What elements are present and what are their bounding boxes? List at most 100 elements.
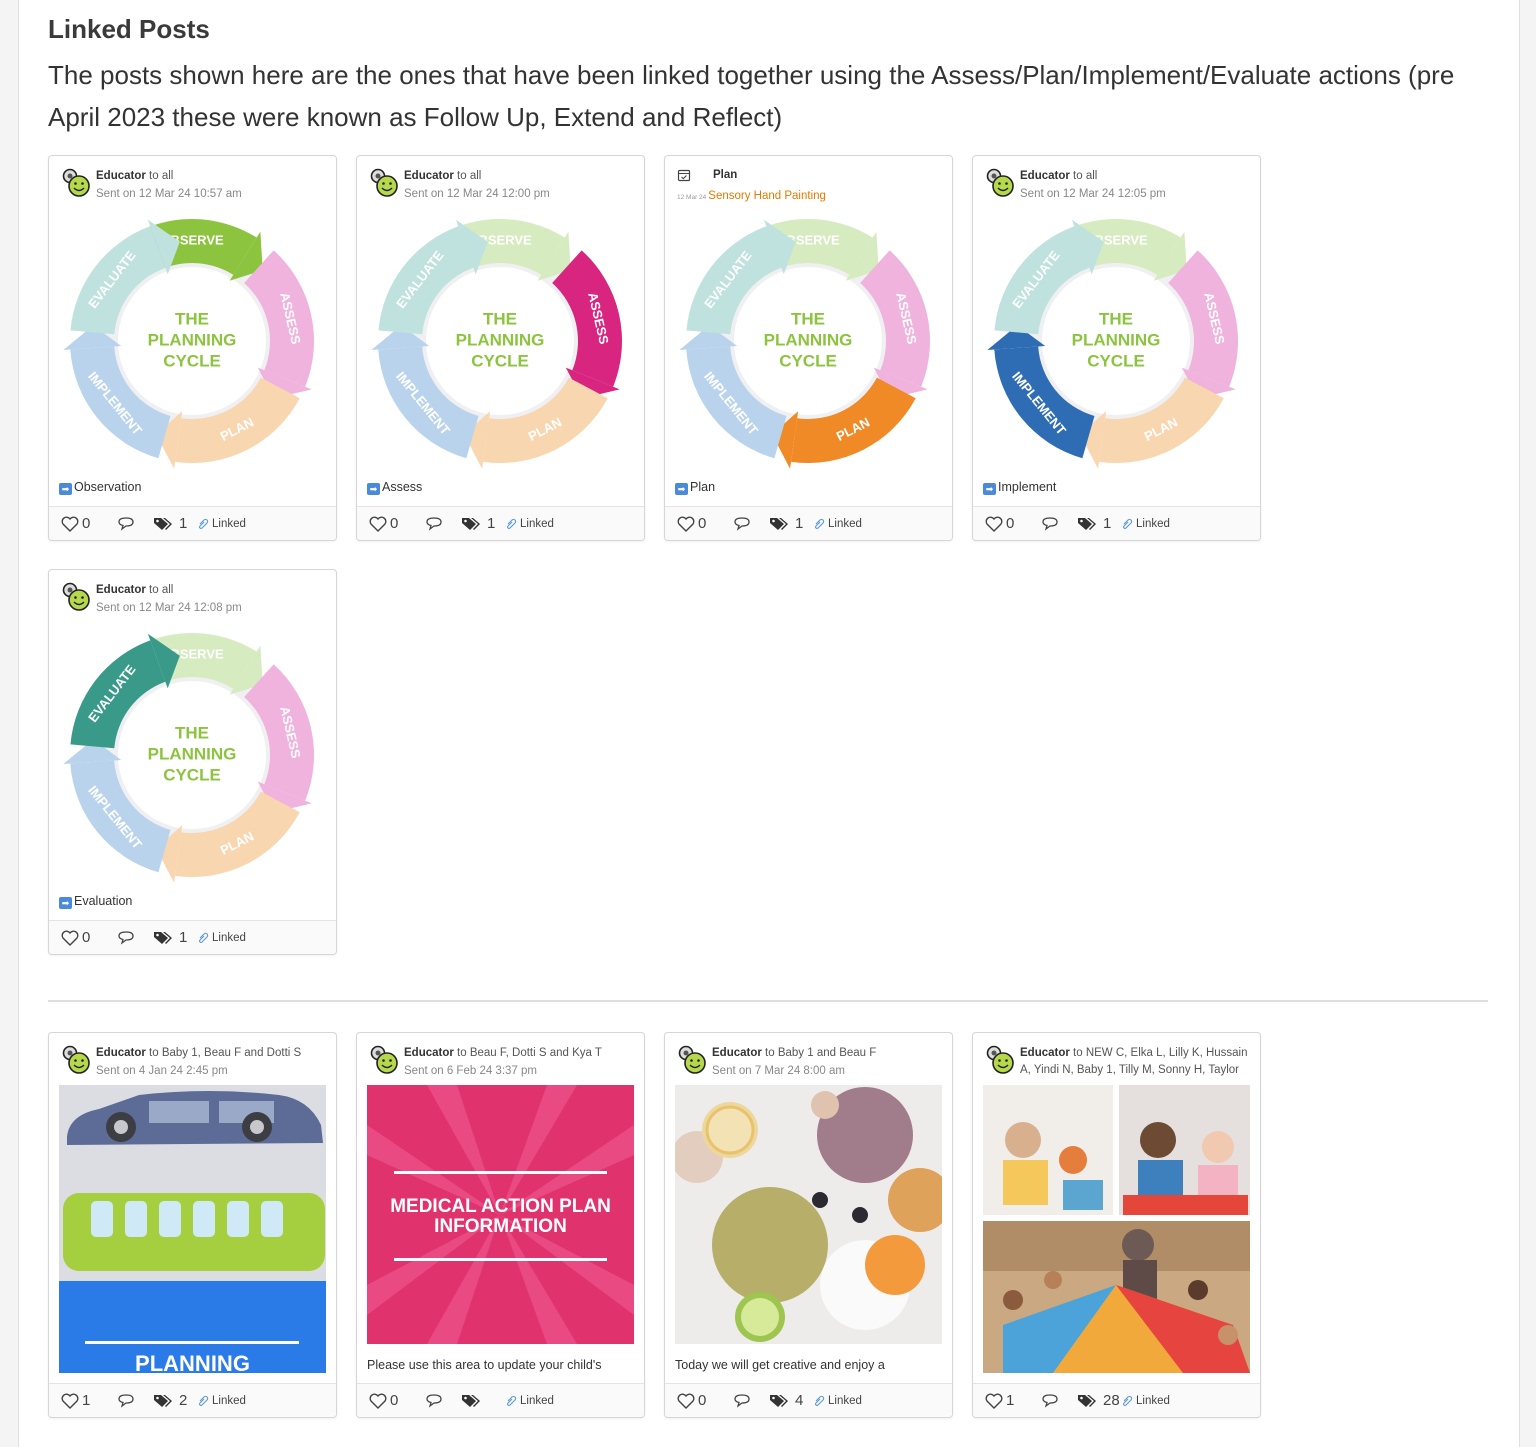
comment-button[interactable] [425,507,443,540]
smiley-avatar-icon [370,1045,398,1074]
linked-indicator[interactable]: Linked [1121,507,1170,540]
post-thumbnail[interactable]: MEDICAL ACTION PLAN INFORMATION [367,1085,634,1344]
tags-button[interactable]: 1 [769,507,803,540]
heart-icon [677,1393,695,1409]
comment-button[interactable] [1041,507,1059,540]
smiley-avatar-icon [62,582,90,611]
post-footer: 0 1 Linked [665,506,952,540]
page-description: The posts shown here are the ones that h… [48,60,1455,132]
comment-button[interactable] [733,507,751,540]
cycle-center-text: CYCLE [779,351,837,370]
like-button[interactable]: 1 [985,1384,1014,1417]
linked-indicator[interactable]: Linked [813,507,862,540]
comment-button[interactable] [425,1384,443,1417]
like-button[interactable]: 0 [369,507,398,540]
post-thumbnail[interactable] [675,1085,942,1344]
comment-button[interactable] [117,1384,135,1417]
post-card[interactable]: Educator to Baby 1 and Beau F Sent on 7 M… [664,1032,953,1418]
paperclip-icon [199,1395,209,1406]
linked-label: Linked [828,517,862,530]
cycle-center-text: PLANNING [148,330,237,349]
linked-indicator[interactable]: Linked [1121,1384,1170,1417]
comment-icon [118,517,134,531]
comment-icon [118,931,134,945]
like-button[interactable]: 0 [677,1384,706,1417]
cycle-center-text: PLANNING [148,744,237,763]
linked-indicator[interactable]: Linked [813,1384,862,1417]
post-author: Educator [96,584,146,596]
post-sent-date: Sent on 12 Mar 24 12:00 pm [404,188,550,200]
like-count: 0 [82,515,91,532]
linked-indicator[interactable]: Linked [197,921,246,954]
linked-indicator[interactable]: Linked [197,1384,246,1417]
like-count: 1 [1006,1392,1015,1409]
comment-button[interactable] [117,507,135,540]
like-button[interactable]: 0 [61,921,90,954]
post-card[interactable]: Educator to NEW C, Elka L, Lilly K, Huss… [972,1032,1261,1418]
post-footer: 0 Linked [357,1383,644,1417]
linked-indicator[interactable]: Linked [505,507,554,540]
plan-date: 12 Mar 24 [677,194,707,201]
post-footer: 0 1 Linked [357,506,644,540]
plan-link[interactable]: 12 Mar 24 Sensory Hand Painting [677,190,826,202]
post-card[interactable]: Educator to all Sent on 12 Mar 24 12:08 p… [48,569,337,955]
page-title: Linked Posts [48,14,210,44]
post-caption-text: Plan [690,480,716,494]
tags-icon [154,517,172,530]
cycle-center-text: THE [175,723,209,742]
linked-indicator[interactable]: Linked [197,507,246,540]
like-button[interactable]: 0 [369,1384,398,1417]
post-card[interactable]: Plan 12 Mar 24 Sensory Hand Painting OBSERV… [664,155,953,541]
post-author: Educator [404,1047,454,1059]
post-card[interactable]: Educator to Baby 1, Beau F and Dotti S Se… [48,1032,337,1418]
post-sent-date: Sent on 12 Mar 24 12:08 pm [96,602,242,614]
like-button[interactable]: 0 [677,507,706,540]
comment-button[interactable] [117,921,135,954]
post-card[interactable]: Educator to Beau F, Dotti S and Kya T Sen… [356,1032,645,1418]
linked-label: Linked [212,517,246,530]
arrow-right-icon: ➡ [367,483,380,495]
tags-button[interactable] [461,1384,487,1417]
smiley-avatar-icon [986,168,1014,197]
post-card[interactable]: Educator to all Sent on 12 Mar 24 10:57 a… [48,155,337,541]
paperclip-icon [507,518,517,529]
comment-icon [118,1394,134,1408]
post-footer: 0 1 Linked [49,506,336,540]
post-author: Educator [96,170,146,182]
like-button[interactable]: 0 [61,507,90,540]
post-thumbnail[interactable] [983,1085,1250,1373]
tags-button[interactable]: 1 [153,507,187,540]
comment-icon [1042,517,1058,531]
like-button[interactable]: 1 [61,1384,90,1417]
post-author: Educator [1020,1047,1070,1059]
post-card[interactable]: Educator to all Sent on 12 Mar 24 12:00 p… [356,155,645,541]
comment-button[interactable] [733,1384,751,1417]
post-caption: ➡ Observation [59,480,141,495]
paperclip-icon [815,1395,825,1406]
paperclip-icon [199,518,209,529]
tag-count: 1 [795,515,804,532]
tags-button[interactable]: 1 [1077,507,1111,540]
tags-button[interactable]: 4 [769,1384,803,1417]
tags-icon [770,517,788,530]
tag-count: 1 [179,515,188,532]
comment-button[interactable] [1041,1384,1059,1417]
linked-label: Linked [212,1394,246,1407]
tags-button[interactable]: 1 [461,507,495,540]
heart-icon [61,516,79,532]
post-snippet: Please use this area to update your chil… [367,1358,602,1372]
comment-icon [426,517,442,531]
post-card[interactable]: Educator to all Sent on 12 Mar 24 12:05 p… [972,155,1261,541]
tags-button[interactable]: 28 [1077,1384,1120,1417]
tag-count: 1 [487,515,496,532]
post-thumbnail[interactable]: PLANNING [59,1085,326,1373]
cycle-center-text: CYCLE [163,765,221,784]
section-divider [48,1000,1488,1002]
linked-label: Linked [1136,1394,1170,1407]
like-button[interactable]: 0 [985,507,1014,540]
linked-indicator[interactable]: Linked [505,1384,554,1417]
smiley-avatar-icon [678,1045,706,1074]
post-snippet: Today we will get creative and enjoy a [675,1358,885,1372]
tags-button[interactable]: 1 [153,921,187,954]
tags-button[interactable]: 2 [153,1384,187,1417]
